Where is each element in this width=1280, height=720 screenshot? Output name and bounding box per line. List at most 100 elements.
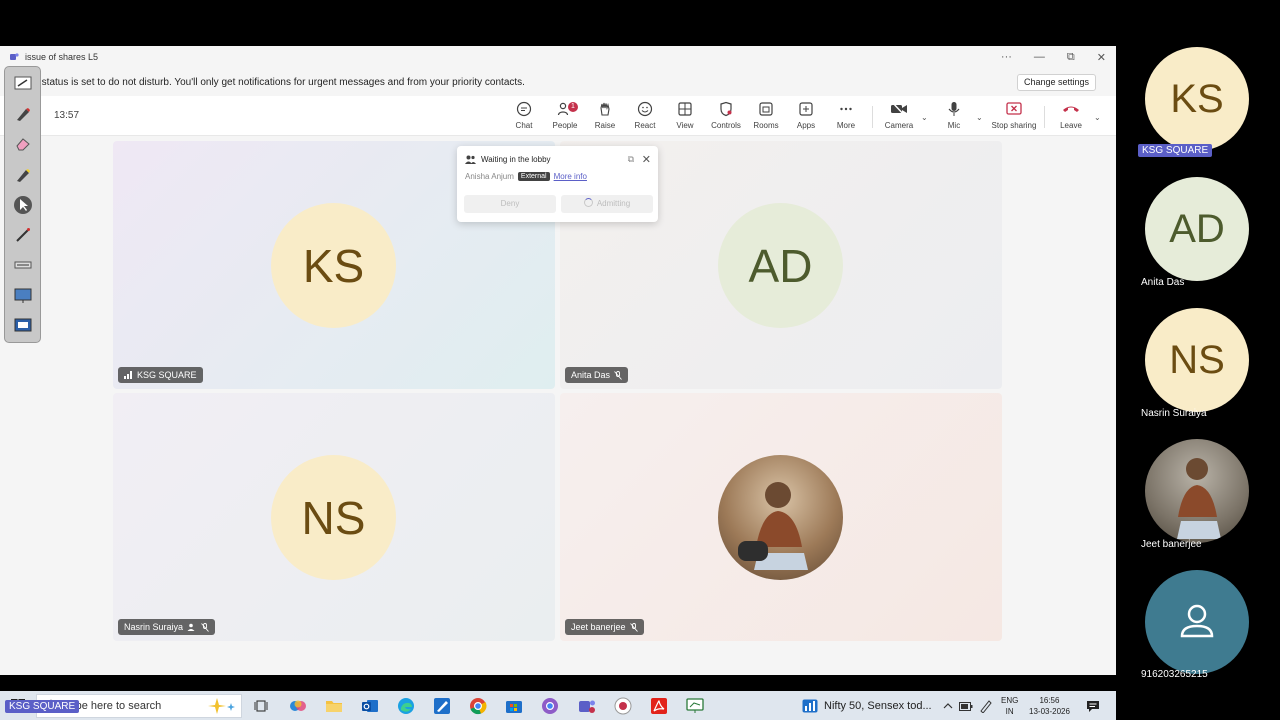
admitting-button[interactable]: Admitting (561, 195, 653, 213)
leave-label: Leave (1060, 121, 1082, 130)
pop-out-icon[interactable]: ⧉ (628, 154, 634, 165)
participant-name-tag: Anita Das (565, 367, 629, 383)
chrome-icon[interactable] (468, 696, 488, 716)
teams-window: issue of shares L5 ··· — ⧉ ✕ ur status i… (0, 46, 1116, 720)
marker-tool-icon[interactable] (13, 104, 33, 124)
chat-label: Chat (515, 121, 533, 130)
camera-off-icon (891, 101, 907, 117)
presenter-name-tag: KSG SQUARE (1138, 144, 1213, 157)
pen-tool-icon[interactable] (13, 225, 33, 245)
more-info-link[interactable]: More info (554, 172, 587, 181)
ellipsis-icon (840, 107, 852, 111)
annotation-toolbar (4, 66, 41, 343)
language-indicator[interactable]: ENG IN (1001, 695, 1018, 717)
whiteboard-tool-icon[interactable] (13, 73, 33, 93)
rooms-icon (759, 102, 773, 116)
chrome-profile-icon[interactable] (540, 696, 560, 716)
pen-tray-icon[interactable] (976, 696, 996, 716)
change-settings-button[interactable]: Change settings (1016, 74, 1096, 91)
camera-options-chevron-icon[interactable]: ⌄ (921, 113, 928, 122)
acrobat-icon[interactable] (649, 696, 669, 716)
person-photo-icon (738, 482, 808, 570)
clock-date: 13-03-2026 (1029, 707, 1070, 716)
mic-muted-icon (614, 370, 622, 380)
side-avatar-photo[interactable] (1145, 439, 1249, 543)
sparkle-icon (208, 698, 235, 714)
battery-icon[interactable] (956, 696, 976, 716)
camera-label: Camera (884, 121, 914, 130)
mic-muted-icon (201, 622, 209, 632)
chevron-up-icon[interactable] (938, 696, 958, 716)
mic-muted-icon (629, 622, 638, 632)
close-button[interactable]: ✕ (1097, 51, 1106, 64)
more-options-button[interactable]: ··· (1001, 51, 1012, 63)
highlighter-tool-icon[interactable] (13, 165, 33, 185)
whiteboard-icon[interactable] (685, 696, 705, 716)
teams-icon (10, 53, 19, 60)
outlook-icon[interactable] (360, 696, 380, 716)
side-participant-name: Anita Das (1141, 277, 1185, 288)
clock[interactable]: 16:56 13-03-2026 (1029, 695, 1070, 717)
hand-icon (600, 102, 610, 116)
side-participant-name: Nasrin Suraiya (1141, 408, 1207, 419)
participant-tile[interactable]: NS Nasrin Suraiya (113, 393, 555, 641)
file-explorer-icon[interactable] (324, 696, 344, 716)
stocks-icon (802, 699, 818, 713)
lobby-person-row: Anisha Anjum External More info (465, 172, 587, 181)
meeting-toolbar: 13:57 Chat 1 People Raise React View Con… (0, 96, 1116, 136)
close-icon[interactable]: ✕ (642, 153, 651, 166)
store-icon[interactable] (504, 696, 524, 716)
lobby-person-name: Anisha Anjum (465, 172, 514, 181)
screen-recorder-icon[interactable] (613, 696, 633, 716)
participant-name: Jeet banerjee (571, 622, 626, 632)
restore-button[interactable]: ⧉ (1067, 51, 1075, 64)
leave-options-chevron-icon[interactable]: ⌄ (1094, 113, 1101, 122)
view-button[interactable]: View (662, 100, 708, 134)
screen-tool-icon[interactable] (13, 286, 33, 306)
minimize-button[interactable]: — (1034, 51, 1045, 63)
participant-name: KSG SQUARE (137, 370, 197, 380)
copilot-icon[interactable] (288, 696, 308, 716)
avatar: AD (718, 203, 843, 328)
view-label: View (676, 121, 694, 130)
presenter-name-tag: KSG SQUARE (5, 700, 80, 713)
mic-label: Mic (947, 121, 961, 130)
mic-button[interactable]: Mic (931, 100, 977, 134)
leave-button[interactable]: Leave (1048, 100, 1094, 134)
person-photo-icon (1177, 458, 1221, 539)
people-icon (187, 623, 195, 631)
eraser-tool-icon[interactable] (13, 134, 33, 154)
region-code: IN (1005, 707, 1014, 716)
pen-app-icon[interactable] (432, 696, 452, 716)
chat-button[interactable]: Chat (501, 100, 547, 134)
dnd-notice-bar: ur status is set to do not disturb. You'… (0, 70, 1116, 94)
side-avatar[interactable]: KS (1145, 47, 1249, 151)
side-avatar[interactable]: AD (1145, 177, 1249, 281)
stop-sharing-label: Stop sharing (991, 121, 1037, 130)
toolbar-divider (1044, 106, 1045, 128)
deny-button[interactable]: Deny (464, 195, 556, 213)
teams-taskbar-icon[interactable] (577, 696, 597, 716)
participant-name-tag: Jeet banerjee (565, 619, 644, 635)
line-tool-icon[interactable] (13, 255, 33, 275)
camera-button[interactable]: Camera (876, 100, 922, 134)
grid-icon (678, 102, 692, 116)
edge-icon[interactable] (396, 696, 416, 716)
presentation-tool-icon[interactable] (13, 316, 33, 336)
side-avatar[interactable] (1145, 570, 1249, 674)
plus-icon (799, 102, 813, 116)
mic-options-chevron-icon[interactable]: ⌄ (976, 113, 983, 122)
shield-icon (720, 101, 732, 117)
news-widget[interactable]: Nifty 50, Sensex tod... (802, 699, 932, 713)
chat-icon (516, 101, 532, 117)
stop-sharing-button[interactable]: Stop sharing (991, 100, 1037, 134)
side-avatar[interactable]: NS (1145, 308, 1249, 412)
task-view-icon[interactable] (251, 696, 271, 716)
side-participant-name: Jeet banerjee (1141, 539, 1202, 550)
cursor-tool-icon[interactable] (13, 195, 33, 215)
notification-icon[interactable] (1083, 696, 1103, 716)
more-button[interactable]: More (823, 100, 869, 134)
participant-tile[interactable]: Jeet banerjee (560, 393, 1002, 641)
language-code: ENG (1001, 696, 1019, 705)
meeting-timer: 13:57 (54, 110, 80, 121)
